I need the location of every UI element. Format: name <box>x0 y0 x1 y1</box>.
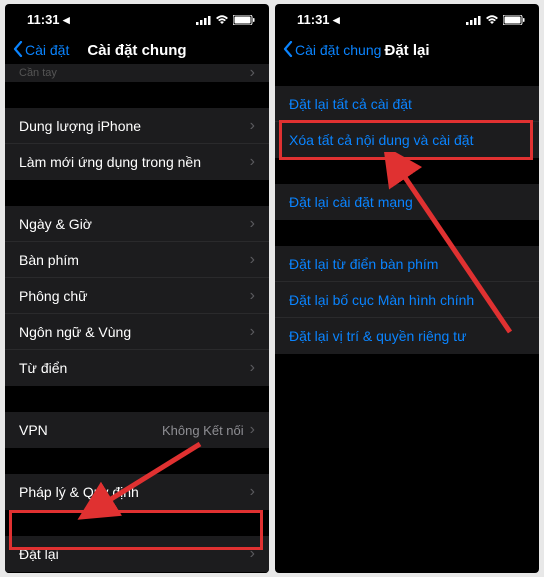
battery-icon <box>503 13 525 28</box>
status-time: 11:31 ◂ <box>297 12 340 28</box>
chevron-right-icon: › <box>250 546 255 562</box>
back-button[interactable]: Cài đặt <box>13 41 69 60</box>
list-item[interactable]: Cần tay › <box>5 64 269 82</box>
chevron-right-icon: › <box>250 154 255 170</box>
battery-icon <box>233 13 255 28</box>
chevron-left-icon <box>13 41 23 60</box>
back-label: Cài đặt <box>25 42 69 58</box>
section-gap <box>5 386 269 412</box>
chevron-right-icon: › <box>250 252 255 268</box>
list-item-reset-all-settings[interactable]: Đặt lại tất cả cài đặt <box>275 86 539 122</box>
wifi-icon <box>485 13 499 28</box>
chevron-right-icon: › <box>250 118 255 134</box>
section-gap <box>5 82 269 108</box>
list-item-reset[interactable]: Đặt lại › <box>5 536 269 572</box>
list-item-date-time[interactable]: Ngày & Giờ › <box>5 206 269 242</box>
back-button[interactable]: Cài đặt chung <box>283 41 381 60</box>
list-item-reset-network[interactable]: Đặt lại cài đặt mạng <box>275 184 539 220</box>
list-item-erase-all[interactable]: Xóa tất cả nội dung và cài đặt <box>275 122 539 158</box>
section-gap <box>5 180 269 206</box>
list-item-storage[interactable]: Dung lượng iPhone › <box>5 108 269 144</box>
list-item-reset-keyboard-dict[interactable]: Đặt lại từ điển bàn phím <box>275 246 539 282</box>
status-bar: 11:31 ◂ <box>5 4 269 36</box>
chevron-right-icon: › <box>250 422 255 438</box>
chevron-right-icon: › <box>250 484 255 500</box>
chevron-right-icon: › <box>250 65 255 81</box>
status-time: 11:31 ◂ <box>27 12 70 28</box>
vpn-status: Không Kết nối <box>162 423 244 438</box>
list-item-dictionary[interactable]: Từ điển › <box>5 350 269 386</box>
list-item-vpn[interactable]: VPN Không Kết nối › <box>5 412 269 448</box>
signal-icon <box>196 13 211 28</box>
section-gap <box>5 510 269 536</box>
nav-title: Đặt lại <box>384 42 429 59</box>
list-item-fonts[interactable]: Phông chữ › <box>5 278 269 314</box>
section-gap <box>275 158 539 184</box>
status-icons <box>466 13 525 28</box>
settings-list: Cần tay › Dung lượng iPhone › Làm mới ứn… <box>5 64 269 573</box>
list-item-background-refresh[interactable]: Làm mới ứng dụng trong nền › <box>5 144 269 180</box>
back-label: Cài đặt chung <box>295 42 381 58</box>
chevron-right-icon: › <box>250 288 255 304</box>
chevron-right-icon: › <box>250 324 255 340</box>
list-item-reset-location-privacy[interactable]: Đặt lại vị trí & quyền riêng tư <box>275 318 539 354</box>
nav-title: Cài đặt chung <box>87 42 186 59</box>
chevron-left-icon <box>283 41 293 60</box>
signal-icon <box>466 13 481 28</box>
screenshot-right: 11:31 ◂ Cài đặt chung Đặt lại Đặt lại tấ… <box>275 4 539 573</box>
list-item-legal[interactable]: Pháp lý & Quy định › <box>5 474 269 510</box>
section-gap <box>275 220 539 246</box>
section-gap <box>5 572 269 573</box>
chevron-right-icon: › <box>250 216 255 232</box>
wifi-icon <box>215 13 229 28</box>
screenshot-left: 11:31 ◂ Cài đặt Cài đặt chung Cần tay › … <box>5 4 269 573</box>
chevron-right-icon: › <box>250 360 255 376</box>
status-icons <box>196 13 255 28</box>
section-gap <box>275 64 539 86</box>
status-bar: 11:31 ◂ <box>275 4 539 36</box>
nav-bar: Cài đặt chung Đặt lại <box>275 36 539 64</box>
nav-bar: Cài đặt Cài đặt chung <box>5 36 269 64</box>
reset-list: Đặt lại tất cả cài đặt Xóa tất cả nội du… <box>275 64 539 354</box>
list-item-keyboard[interactable]: Bàn phím › <box>5 242 269 278</box>
list-item-reset-home-layout[interactable]: Đặt lại bố cục Màn hình chính <box>275 282 539 318</box>
list-item-language-region[interactable]: Ngôn ngữ & Vùng › <box>5 314 269 350</box>
section-gap <box>5 448 269 474</box>
